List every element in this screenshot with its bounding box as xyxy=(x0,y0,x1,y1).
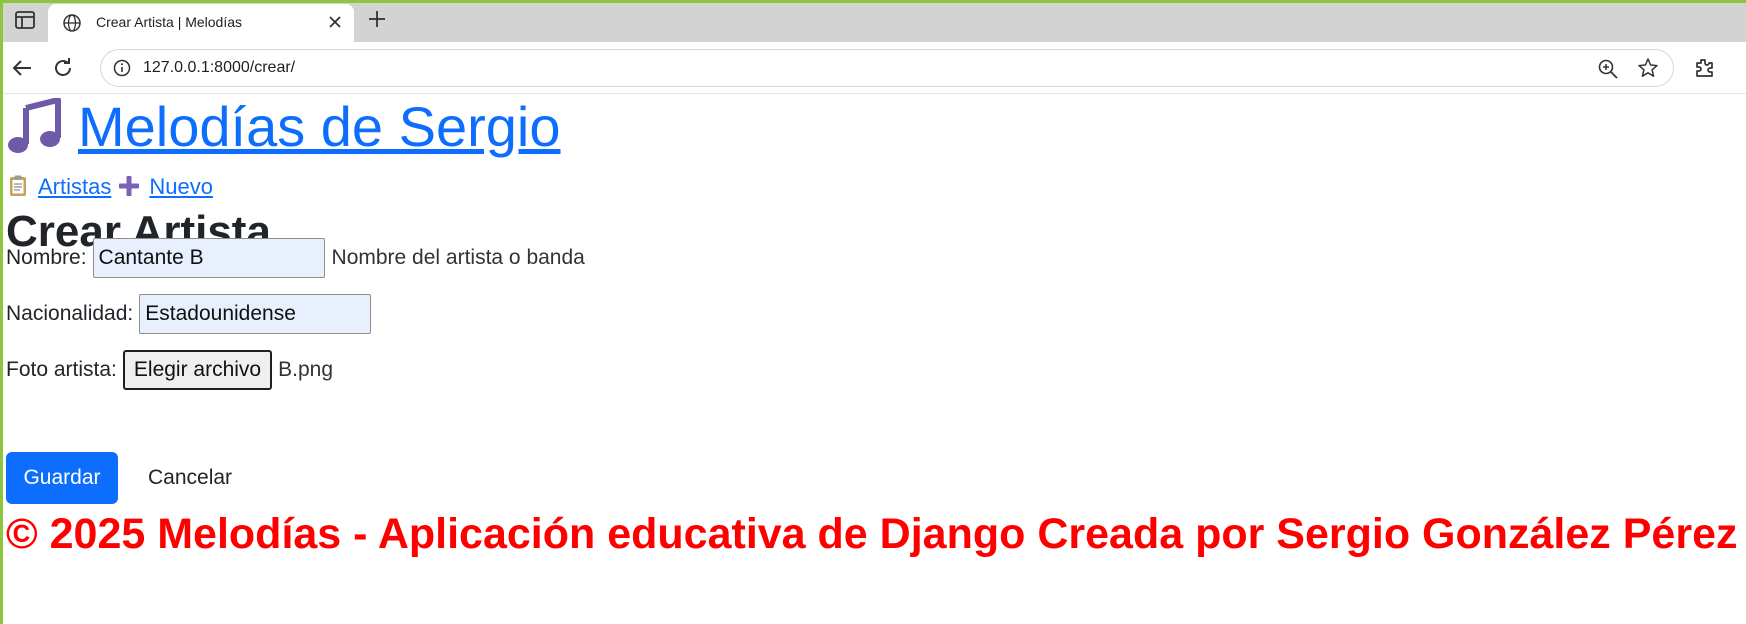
nav-label: Artistas xyxy=(38,174,112,199)
close-tab-icon[interactable] xyxy=(326,13,344,31)
selected-filename: B.png xyxy=(278,358,334,381)
nombre-row: Nombre: Cantante B Nombre del artista o … xyxy=(6,238,585,278)
site-title-text: Melodías de Sergio xyxy=(78,95,561,158)
save-button[interactable]: Guardar xyxy=(6,452,118,504)
back-icon[interactable] xyxy=(10,56,34,80)
page-content: Melodías de Sergio Artistas Nuevo Crear A… xyxy=(6,94,1742,620)
nombre-input[interactable]: Cantante B xyxy=(92,238,325,278)
nav-label: Nuevo xyxy=(149,174,213,199)
globe-icon xyxy=(62,13,82,33)
nacionalidad-row: Nacionalidad: Estadounidense xyxy=(6,294,372,334)
nacionalidad-input[interactable]: Estadounidense xyxy=(139,294,372,334)
music-notes-icon xyxy=(6,97,66,154)
tab-title: Crear Artista | Melodías xyxy=(96,14,243,30)
extensions-icon[interactable] xyxy=(1692,56,1716,80)
footer-text: © 2025 Melodías - Aplicación educativa d… xyxy=(6,510,1738,558)
address-bar[interactable]: 127.0.0.1:8000/crear/ xyxy=(100,49,1674,87)
cancel-button[interactable]: Cancelar xyxy=(132,452,248,504)
nav-link-artistas[interactable]: Artistas xyxy=(6,174,111,199)
foto-label: Foto artista: xyxy=(6,358,117,381)
main-nav: Artistas Nuevo xyxy=(6,172,219,202)
tab-actions-icon[interactable] xyxy=(14,10,36,30)
new-tab-icon[interactable] xyxy=(366,8,388,30)
url-text[interactable]: 127.0.0.1:8000/crear/ xyxy=(143,59,295,77)
plus-icon xyxy=(117,174,141,198)
browser-tabstrip: Crear Artista | Melodías xyxy=(0,0,1746,42)
clipboard-icon xyxy=(6,174,30,198)
nav-link-nuevo[interactable]: Nuevo xyxy=(117,174,213,199)
browser-toolbar: 127.0.0.1:8000/crear/ xyxy=(0,42,1746,94)
site-title-link[interactable]: Melodías de Sergio xyxy=(6,94,561,160)
foto-row: Foto artista: Elegir archivo B.png xyxy=(6,350,333,390)
choose-file-button[interactable]: Elegir archivo xyxy=(122,350,273,390)
reload-icon[interactable] xyxy=(51,56,75,80)
bookmark-star-icon[interactable] xyxy=(1637,57,1659,79)
site-info-icon[interactable] xyxy=(113,59,131,77)
nombre-label: Nombre: xyxy=(6,246,87,269)
zoom-icon[interactable] xyxy=(1597,58,1619,80)
browser-tab-active[interactable]: Crear Artista | Melodías xyxy=(48,4,354,42)
nombre-help-text: Nombre del artista o banda xyxy=(331,246,585,269)
nacionalidad-label: Nacionalidad: xyxy=(6,302,134,325)
